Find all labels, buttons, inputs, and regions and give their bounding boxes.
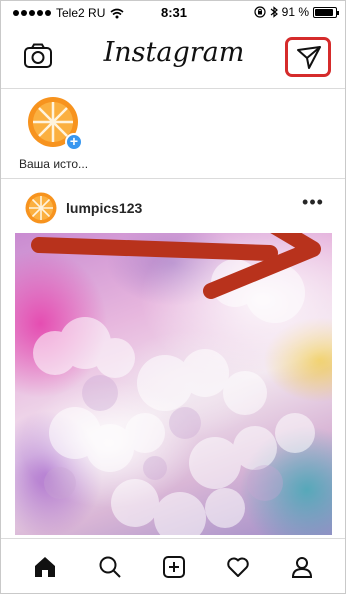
heart-icon: [227, 557, 249, 577]
phone-screen: Tele2 RU 8:31 91 % Instagram + Ваша исто…: [0, 0, 346, 594]
tab-add-post[interactable]: [154, 547, 194, 587]
add-story-badge[interactable]: +: [65, 133, 83, 151]
search-icon: [99, 556, 121, 578]
post-header: lumpics123 •••: [1, 181, 345, 233]
orientation-lock-icon: [254, 6, 266, 18]
battery-icon: [313, 6, 339, 18]
user-avatar[interactable]: [25, 192, 57, 224]
profile-icon: [291, 557, 313, 578]
tab-search[interactable]: [90, 547, 130, 587]
top-nav-bar: Instagram: [1, 25, 345, 89]
stories-tray: + Ваша исто...: [1, 90, 345, 179]
post-options-button[interactable]: •••: [301, 193, 325, 219]
post-image[interactable]: [15, 233, 332, 535]
tab-profile[interactable]: [282, 547, 322, 587]
bottom-tab-bar: [1, 538, 345, 593]
home-icon: [35, 557, 55, 577]
battery-percent: 91 %: [281, 5, 309, 19]
tab-activity[interactable]: [218, 547, 258, 587]
bluetooth-icon: [270, 6, 278, 18]
add-post-icon: [163, 556, 185, 578]
post-username[interactable]: lumpics123: [66, 200, 142, 216]
story-label: Ваша исто...: [19, 157, 89, 171]
direct-messages-button[interactable]: [285, 37, 331, 77]
paper-plane-icon: [297, 46, 321, 69]
status-bar: Tele2 RU 8:31 91 %: [1, 1, 345, 25]
cloud-texture: [33, 259, 315, 535]
status-right: 91 %: [254, 5, 339, 19]
tab-home[interactable]: [25, 547, 65, 587]
